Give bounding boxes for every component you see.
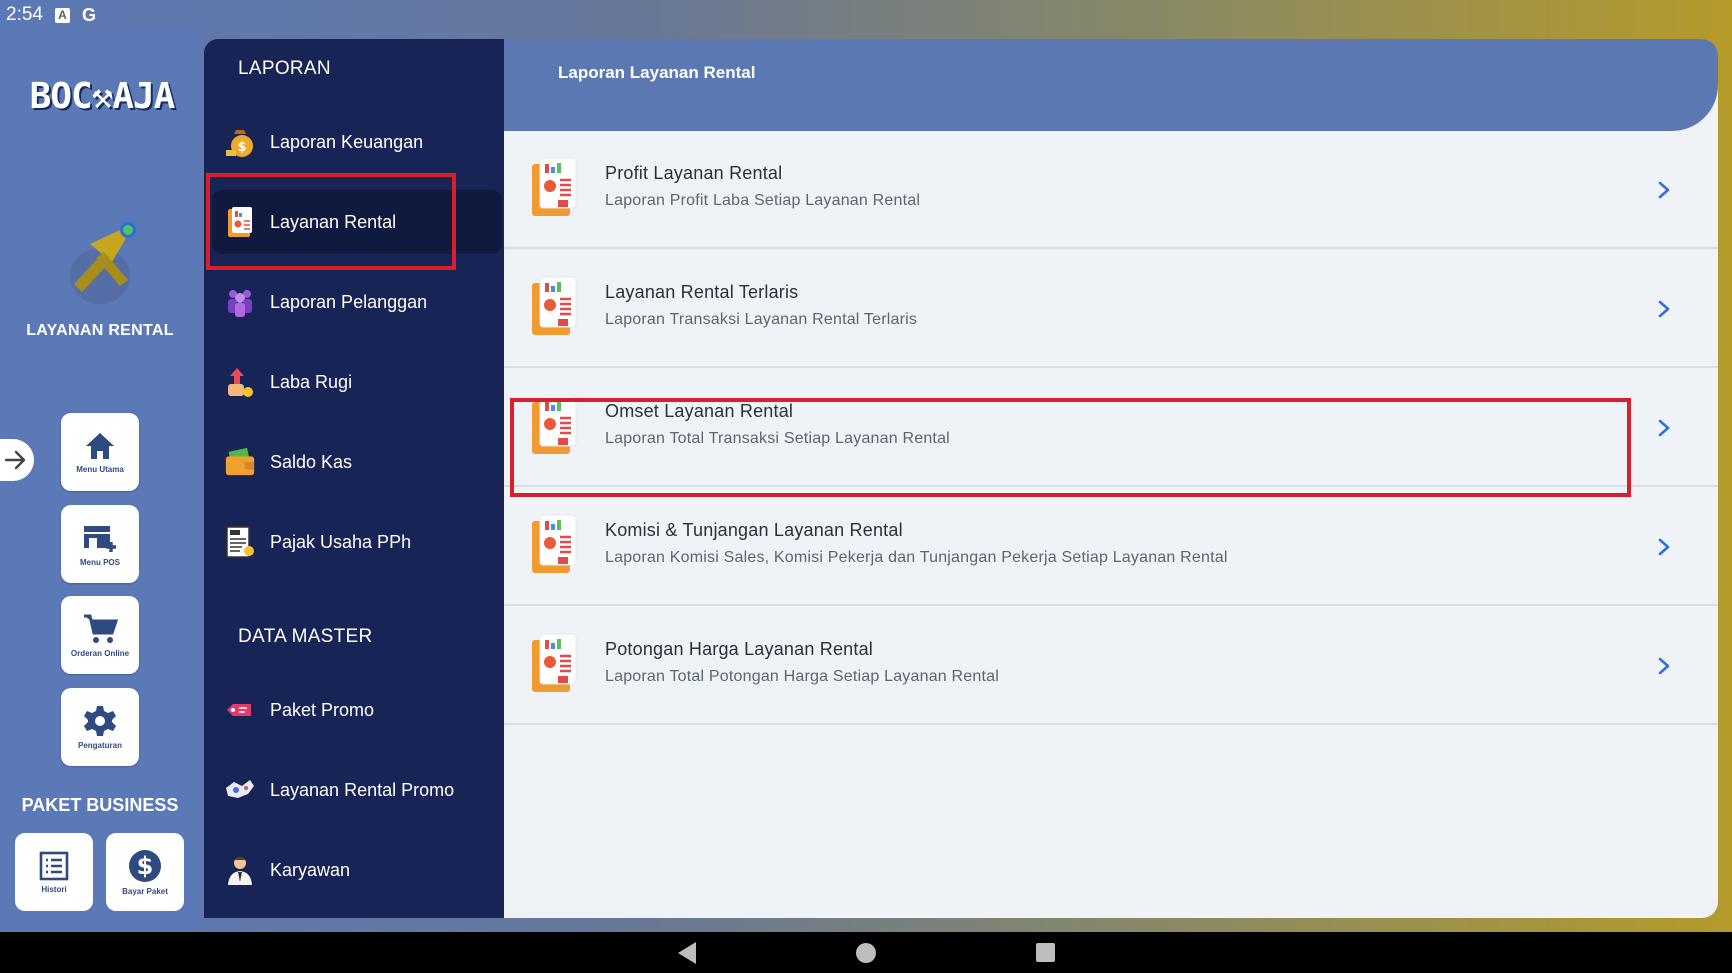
status-time: 2:54	[6, 4, 43, 25]
chevron-right-icon	[1658, 538, 1670, 556]
sidebar-item-layanan-rental-promo[interactable]: Layanan Rental Promo	[212, 758, 502, 822]
report-row-subtitle: Laporan Transaksi Layanan Rental Terlari…	[605, 311, 918, 328]
sidebar-item-laporan-keuangan[interactable]: $ Laporan Keuangan	[212, 110, 502, 174]
page-header: Laporan Layanan Rental	[504, 39, 1718, 131]
promo-icon	[224, 774, 256, 806]
sidebar-item-paket-promo[interactable]: Paket Promo	[212, 678, 502, 742]
status-bar: 2:54 A G	[0, 0, 1732, 30]
orderan-online-label: Orderan Online	[70, 648, 130, 658]
tax-icon	[224, 526, 256, 558]
home-icon	[86, 432, 114, 459]
employee-icon	[224, 854, 256, 886]
rental-hammer-icon	[70, 222, 136, 304]
svg-text:$: $	[137, 852, 154, 880]
sidebar-item-layanan-rental[interactable]: Layanan Rental	[212, 190, 502, 254]
report-icon	[224, 206, 256, 238]
list-icon	[39, 851, 69, 880]
report-row-title: Potongan Harga Layanan Rental	[605, 639, 873, 659]
report-row-title: Omset Layanan Rental	[605, 401, 794, 421]
report-row-komisi[interactable]: Komisi & Tunjangan Layanan Rental Lapora…	[504, 487, 1718, 606]
bayar-paket-label: Bayar Paket	[122, 886, 168, 896]
nav-home-button[interactable]	[855, 942, 876, 963]
pengaturan-label: Pengaturan	[77, 740, 122, 750]
report-icon	[532, 395, 577, 454]
sidebar-item-karyawan[interactable]: Karyawan	[212, 838, 502, 902]
chevron-right-icon	[1658, 419, 1670, 437]
report-row-subtitle: Laporan Profit Laba Setiap Layanan Renta…	[605, 192, 921, 209]
cart-icon	[84, 614, 118, 643]
system-nav-bar	[0, 932, 1732, 973]
sidebar-item-label: Layanan Rental Promo	[270, 779, 455, 800]
menu-pos-label: Menu POS	[79, 557, 120, 567]
app-logo: BOC⚒AJA	[29, 75, 176, 117]
report-sidebar: LAPORAN $ Laporan Keuangan Layanan Renta…	[204, 39, 504, 918]
chevron-right-icon	[1658, 300, 1670, 318]
pos-icon	[84, 525, 116, 552]
report-row-profit[interactable]: Profit Layanan Rental Laporan Profit Lab…	[504, 130, 1718, 249]
promo-tag-icon	[224, 694, 256, 726]
report-row-subtitle: Laporan Total Potongan Harga Setiap Laya…	[605, 668, 999, 685]
arrow-right-icon	[4, 450, 26, 470]
sidebar-item-laporan-pelanggan[interactable]: Laporan Pelanggan	[212, 270, 502, 334]
report-row-subtitle: Laporan Total Transaksi Setiap Layanan R…	[605, 430, 950, 447]
notification-a-icon: A	[54, 7, 70, 23]
google-icon: G	[81, 4, 96, 25]
sidebar-item-label: Laporan Keuangan	[270, 131, 424, 152]
report-icon	[532, 633, 577, 692]
chevron-right-icon	[1658, 657, 1670, 675]
report-icon	[532, 514, 577, 573]
sidebar-item-pajak-usaha[interactable]: Pajak Usaha PPh	[212, 510, 502, 574]
chevron-right-icon	[1658, 181, 1670, 199]
report-icon	[532, 157, 577, 216]
menu-utama-label: Menu Utama	[76, 464, 124, 474]
module-title: LAYANAN RENTAL	[26, 322, 174, 339]
paket-title: PAKET BUSINESS	[21, 795, 179, 815]
sidebar-item-label: Laba Rugi	[270, 371, 353, 392]
svg-text:$: $	[237, 140, 246, 155]
histori-button[interactable]: Histori	[15, 833, 93, 911]
wallet-icon	[224, 446, 256, 478]
sidebar-item-laba-rugi[interactable]: Laba Rugi	[212, 350, 502, 414]
report-row-subtitle: Laporan Komisi Sales, Komisi Pekerja dan…	[605, 549, 1228, 566]
menu-utama-button[interactable]: Menu Utama	[61, 413, 139, 491]
section-laporan-title: LAPORAN	[238, 58, 331, 79]
sidebar-item-label: Karyawan	[270, 859, 351, 880]
report-row-terlaris[interactable]: Layanan Rental Terlaris Laporan Transaks…	[504, 249, 1718, 368]
report-row-omset[interactable]: Omset Layanan Rental Laporan Total Trans…	[504, 368, 1718, 487]
pengaturan-button[interactable]: Pengaturan	[61, 688, 139, 766]
report-row-title: Komisi & Tunjangan Layanan Rental	[605, 520, 903, 540]
sidebar-item-label: Saldo Kas	[270, 451, 353, 472]
sidebar-item-saldo-kas[interactable]: Saldo Kas	[212, 430, 502, 494]
money-bag-icon: $	[224, 126, 256, 158]
sidebar-item-label: Pajak Usaha PPh	[270, 531, 412, 552]
report-row-potongan[interactable]: Potongan Harga Layanan Rental Laporan To…	[504, 606, 1718, 725]
nav-recents-button[interactable]	[1035, 943, 1055, 962]
main-content: Laporan Layanan Rental Profit Layanan Re…	[504, 39, 1718, 918]
customers-icon	[224, 286, 256, 318]
menu-pos-button[interactable]: Menu POS	[61, 505, 139, 583]
sidebar-item-label: Paket Promo	[270, 699, 375, 720]
sidebar-item-label: Layanan Rental	[270, 211, 397, 232]
report-row-title: Layanan Rental Terlaris	[605, 282, 799, 302]
gear-icon	[84, 705, 116, 736]
profit-icon	[224, 366, 256, 398]
section-master-title: DATA MASTER	[238, 626, 373, 647]
nav-back-button[interactable]	[677, 941, 696, 964]
page-title: Laporan Layanan Rental	[558, 63, 756, 82]
bayar-paket-button[interactable]: $ Bayar Paket	[106, 833, 184, 911]
histori-label: Histori	[41, 884, 67, 894]
report-icon	[532, 276, 577, 335]
orderan-online-button[interactable]: Orderan Online	[61, 596, 139, 674]
sidebar-item-label: Laporan Pelanggan	[270, 291, 428, 312]
dollar-icon: $	[129, 849, 161, 882]
report-row-title: Profit Layanan Rental	[605, 163, 783, 183]
